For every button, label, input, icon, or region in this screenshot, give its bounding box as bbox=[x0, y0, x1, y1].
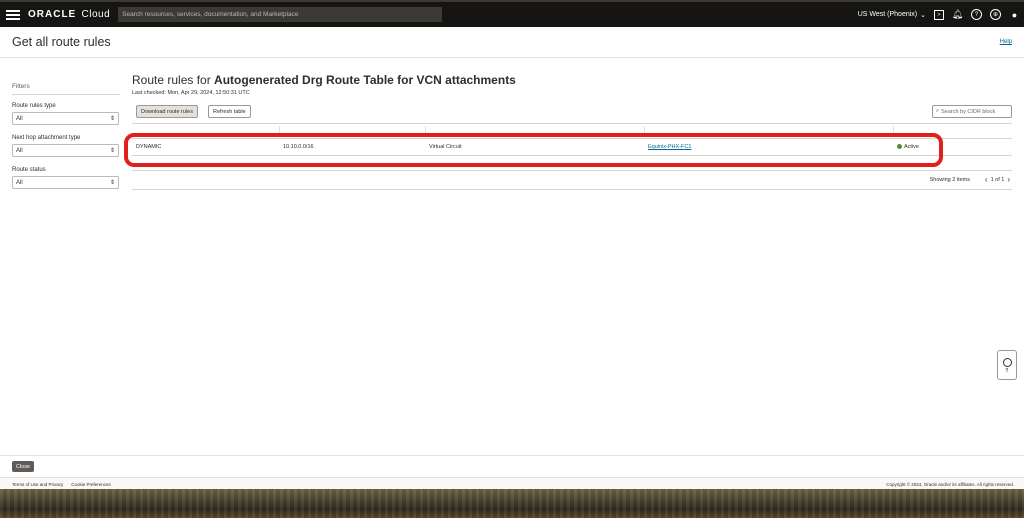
copyright-text: Copyright © 2024, Oracle and/or its affi… bbox=[886, 482, 1014, 487]
route-rules-panel: Get all route rules Help Filters Route r… bbox=[0, 27, 1024, 489]
next-page-icon[interactable]: › bbox=[1007, 175, 1010, 184]
close-button[interactable]: Close bbox=[12, 461, 35, 472]
last-checked-timestamp: Last checked: Mon, Apr 29, 2024, 12:50:3… bbox=[132, 90, 250, 96]
panel-action-bar: Close bbox=[0, 455, 1024, 478]
lifebuoy-icon bbox=[1002, 357, 1012, 367]
terms-link[interactable]: Terms of Use and Privacy bbox=[12, 482, 63, 487]
filter-label: Next hop attachment type bbox=[12, 135, 81, 141]
select-value: All bbox=[16, 115, 23, 122]
filter-next-hop-attachment-type: Next hop attachment type All ⇕ bbox=[12, 135, 120, 157]
header-actions: US West (Phoenix) ⌄ > 🔔︎ ? ⊕ ● bbox=[858, 2, 1020, 27]
cookie-preferences-link[interactable]: Cookie Preferences bbox=[71, 482, 111, 487]
showing-items-count: Showing 2 items bbox=[929, 177, 970, 183]
search-icon: ⌕ bbox=[936, 108, 940, 114]
footer-links: Terms of Use and Privacy Cookie Preferen… bbox=[12, 482, 111, 487]
route-table-name: Autogenerated Drg Route Table for VCN at… bbox=[214, 73, 516, 87]
filter-label: Route status bbox=[12, 167, 46, 173]
help-link[interactable]: Help bbox=[1000, 39, 1012, 45]
top-navigation-bar: ORACLE Cloud Search resources, services,… bbox=[0, 2, 1024, 27]
filters-title: Filters bbox=[12, 83, 120, 95]
select-value: All bbox=[16, 147, 23, 154]
download-route-rules-button[interactable]: Download route rules bbox=[136, 105, 198, 118]
chevron-down-icon: ⌄ bbox=[920, 11, 926, 19]
help-support-widget[interactable]: ⠿ bbox=[997, 350, 1017, 380]
grid-dots-icon: ⠿ bbox=[1005, 367, 1009, 374]
oracle-cloud-logo[interactable]: ORACLE Cloud bbox=[28, 9, 110, 20]
screenshot-frame: ORACLE Cloud Search resources, services,… bbox=[0, 0, 1024, 518]
page-indicator: 1 of 1 bbox=[990, 176, 1005, 183]
announcements-bell-icon[interactable]: 🔔︎ bbox=[952, 9, 963, 20]
select-chevron-icon: ⇕ bbox=[109, 148, 115, 154]
filters-sidebar: Filters Route rules type All ⇕ Next hop … bbox=[12, 83, 120, 189]
filter-route-rules-type: Route rules type All ⇕ bbox=[12, 103, 120, 125]
cidr-search-placeholder: Search by CIDR block bbox=[941, 108, 996, 115]
previous-page-icon[interactable]: ‹ bbox=[985, 175, 988, 184]
global-search-input[interactable]: Search resources, services, documentatio… bbox=[118, 7, 443, 22]
cloud-shell-icon[interactable]: > bbox=[934, 9, 944, 20]
profile-avatar-icon[interactable]: ● bbox=[1009, 9, 1020, 20]
route-status-select[interactable]: All ⇕ bbox=[12, 176, 119, 189]
panel-header: Get all route rules Help bbox=[0, 27, 1024, 58]
refresh-table-button[interactable]: Refresh table bbox=[208, 105, 251, 118]
select-value: All bbox=[16, 179, 23, 186]
region-selector[interactable]: US West (Phoenix) ⌄ bbox=[858, 11, 926, 19]
main-content: Route rules for Autogenerated Drg Route … bbox=[132, 73, 1012, 190]
pagination: ‹ 1 of 1 › bbox=[985, 175, 1010, 184]
filter-label: Route rules type bbox=[12, 103, 56, 109]
language-globe-icon[interactable]: ⊕ bbox=[990, 9, 1001, 20]
brand-oracle: ORACLE bbox=[28, 9, 77, 20]
filter-route-status: Route status All ⇕ bbox=[12, 167, 120, 189]
cidr-search-input[interactable]: ⌕ Search by CIDR block bbox=[932, 105, 1012, 118]
desktop-background-image bbox=[0, 489, 1024, 518]
table-footer: Showing 2 items ‹ 1 of 1 › bbox=[132, 171, 1012, 190]
next-hop-attachment-type-select[interactable]: All ⇕ bbox=[12, 144, 119, 157]
title-prefix: Route rules for bbox=[132, 73, 211, 87]
select-chevron-icon: ⇕ bbox=[109, 116, 115, 122]
help-icon[interactable]: ? bbox=[971, 9, 982, 20]
hamburger-menu-icon[interactable] bbox=[6, 9, 20, 20]
brand-cloud: Cloud bbox=[81, 9, 111, 20]
route-rules-type-select[interactable]: All ⇕ bbox=[12, 112, 119, 125]
region-label: US West (Phoenix) bbox=[857, 11, 918, 18]
panel-title: Get all route rules bbox=[12, 35, 111, 49]
table-toolbar: Download route rules Refresh table ⌕ Sea… bbox=[132, 105, 1012, 120]
select-chevron-icon: ⇕ bbox=[109, 180, 115, 186]
page-title: Route rules for Autogenerated Drg Route … bbox=[132, 73, 1012, 87]
highlight-annotation bbox=[124, 133, 943, 167]
